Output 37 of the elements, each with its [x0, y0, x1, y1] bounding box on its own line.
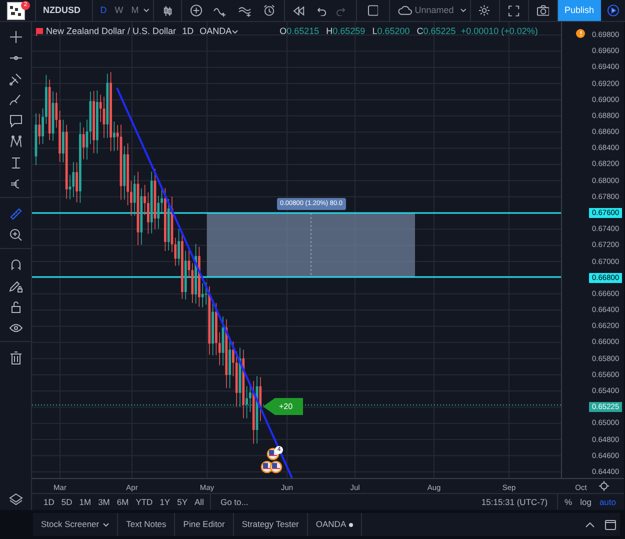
panel-tab[interactable]: Stock Screener [33, 513, 118, 536]
range-button[interactable]: 5D [61, 498, 72, 506]
interval-button[interactable]: M [131, 6, 139, 15]
panel-tab[interactable]: OANDA [308, 513, 362, 536]
interval-label: 1D [182, 25, 194, 38]
range-button[interactable]: 1Y [160, 498, 170, 506]
symbol-button[interactable]: NZDUSD [43, 6, 90, 15]
panel-tab[interactable]: Strategy Tester [234, 513, 308, 536]
symbol-title: New Zealand Dollar / U.S. Dollar [46, 25, 176, 38]
range-button[interactable]: 6M [116, 498, 129, 506]
ohlc-value: 0.65225 [423, 25, 456, 38]
interval-button[interactable]: W [114, 6, 124, 15]
range-button[interactable]: All [194, 498, 204, 506]
range-button[interactable]: 5Y [177, 498, 188, 506]
range-button[interactable]: 1M [79, 498, 92, 506]
source-dropdown[interactable]: OANDA [200, 27, 232, 36]
ohlc-key: L [372, 25, 378, 38]
interval-button[interactable]: D [100, 6, 107, 15]
range-button[interactable]: 1D [44, 498, 54, 506]
range-button[interactable]: 3M [98, 498, 110, 506]
go-to-button[interactable]: Go to... [220, 498, 248, 506]
change-value: +0.00010 (+0.02%) [460, 25, 538, 38]
ohlc-key: H [326, 25, 333, 38]
ohlc-value: 0.65259 [332, 25, 366, 38]
range-button[interactable]: YTD [136, 498, 153, 506]
ohlc-value: 0.65215 [286, 25, 320, 38]
ohlc-value: 0.65200 [377, 25, 410, 38]
ohlc-key: O [280, 25, 287, 38]
layout-name-button[interactable]: Unnamed [414, 6, 454, 15]
panel-tab[interactable]: Text Notes [118, 513, 176, 536]
scale-button[interactable]: log [580, 498, 592, 506]
price-callout[interactable]: +20 [263, 398, 303, 415]
scale-button[interactable]: auto [599, 498, 616, 506]
scale-button[interactable]: % [564, 498, 572, 506]
ohlc-key: C [416, 25, 424, 38]
clock-text: 15:15:31 (UTC-7) [481, 496, 548, 508]
panel-tab[interactable]: Pine Editor [175, 513, 234, 536]
